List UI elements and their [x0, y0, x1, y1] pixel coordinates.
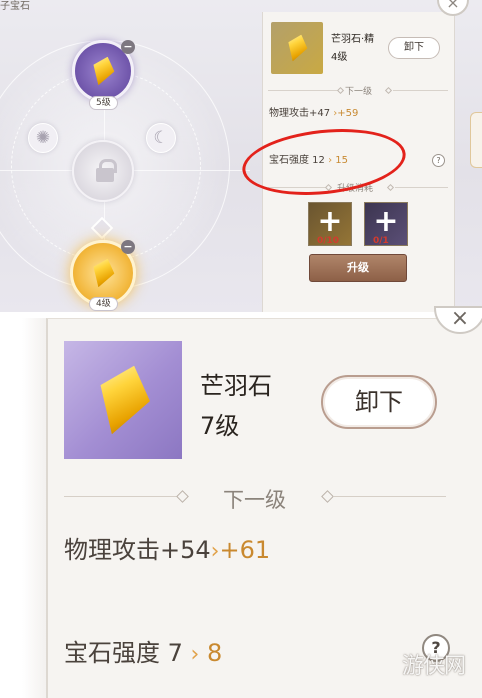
gem-thumbnail: [271, 22, 323, 74]
stat-attack: 物理攻击+47 ›+59: [269, 104, 358, 119]
next-level-heading: 下一级: [345, 87, 373, 97]
stat-attack-current: 物理攻击+47: [269, 108, 331, 119]
stat-strength-current: 宝石强度 7: [64, 639, 183, 667]
remove-gem-icon[interactable]: −: [121, 40, 135, 54]
watermark: 游侠网: [402, 654, 466, 679]
slot-level-badge: 5级: [89, 96, 118, 110]
gem-thumbnail: [64, 341, 182, 459]
gem-name: 芒羽石: [200, 372, 272, 400]
screen-title: 子宝石: [0, 1, 30, 12]
stat-gem-strength: 宝石强度 7 › 8: [64, 633, 222, 668]
plus-icon: +: [317, 204, 343, 240]
stat-attack: 物理攻击+54›+61: [64, 530, 270, 565]
stat-attack-next: +61: [219, 536, 271, 564]
gem-level: 7级: [200, 412, 240, 440]
divider-line: [393, 90, 448, 91]
material-slot-gold[interactable]: + 0/10: [308, 202, 352, 246]
divider-line: [64, 496, 178, 497]
next-level-heading: 下一级: [223, 488, 286, 512]
stat-strength-next: 8: [207, 639, 223, 667]
zoom-edge-shadow: [22, 318, 46, 698]
gem-name: 芒羽石·精: [331, 34, 375, 45]
gem-icon: [87, 358, 159, 443]
material-slot-purple[interactable]: + 0/1: [364, 202, 408, 246]
arrow-right-icon: ›: [190, 642, 200, 667]
stat-attack-current: 物理攻击+54: [64, 536, 211, 564]
material-count: 0/10: [317, 236, 340, 246]
divider-line: [334, 496, 446, 497]
gem-icon: [283, 32, 311, 65]
remove-gem-icon[interactable]: −: [121, 240, 135, 254]
unload-button[interactable]: 卸下: [388, 37, 440, 59]
help-icon[interactable]: ?: [432, 154, 445, 167]
upgrade-button[interactable]: 升级: [309, 254, 407, 282]
unload-button[interactable]: 卸下: [321, 375, 437, 429]
divider-line: [395, 187, 448, 188]
divider-line: [268, 90, 338, 91]
slot-level-badge: 4级: [89, 297, 118, 311]
moon-icon[interactable]: ☾: [146, 123, 176, 153]
locked-socket[interactable]: [72, 140, 134, 202]
sun-icon[interactable]: ✺: [28, 123, 58, 153]
material-count: 0/1: [373, 236, 389, 246]
side-tab-handle[interactable]: [470, 112, 482, 168]
gem-icon: [88, 53, 118, 88]
gem-icon: [88, 255, 118, 290]
plus-icon: +: [373, 204, 399, 240]
gem-level: 4级: [331, 52, 348, 63]
lock-icon: [96, 159, 117, 182]
screenshot-stage: 子宝石 ✺ ☾ − 5级 − 4级 × 芒羽石·精 4级 卸下 下一级 物理攻击…: [0, 0, 482, 698]
stat-attack-next: +59: [337, 108, 359, 119]
